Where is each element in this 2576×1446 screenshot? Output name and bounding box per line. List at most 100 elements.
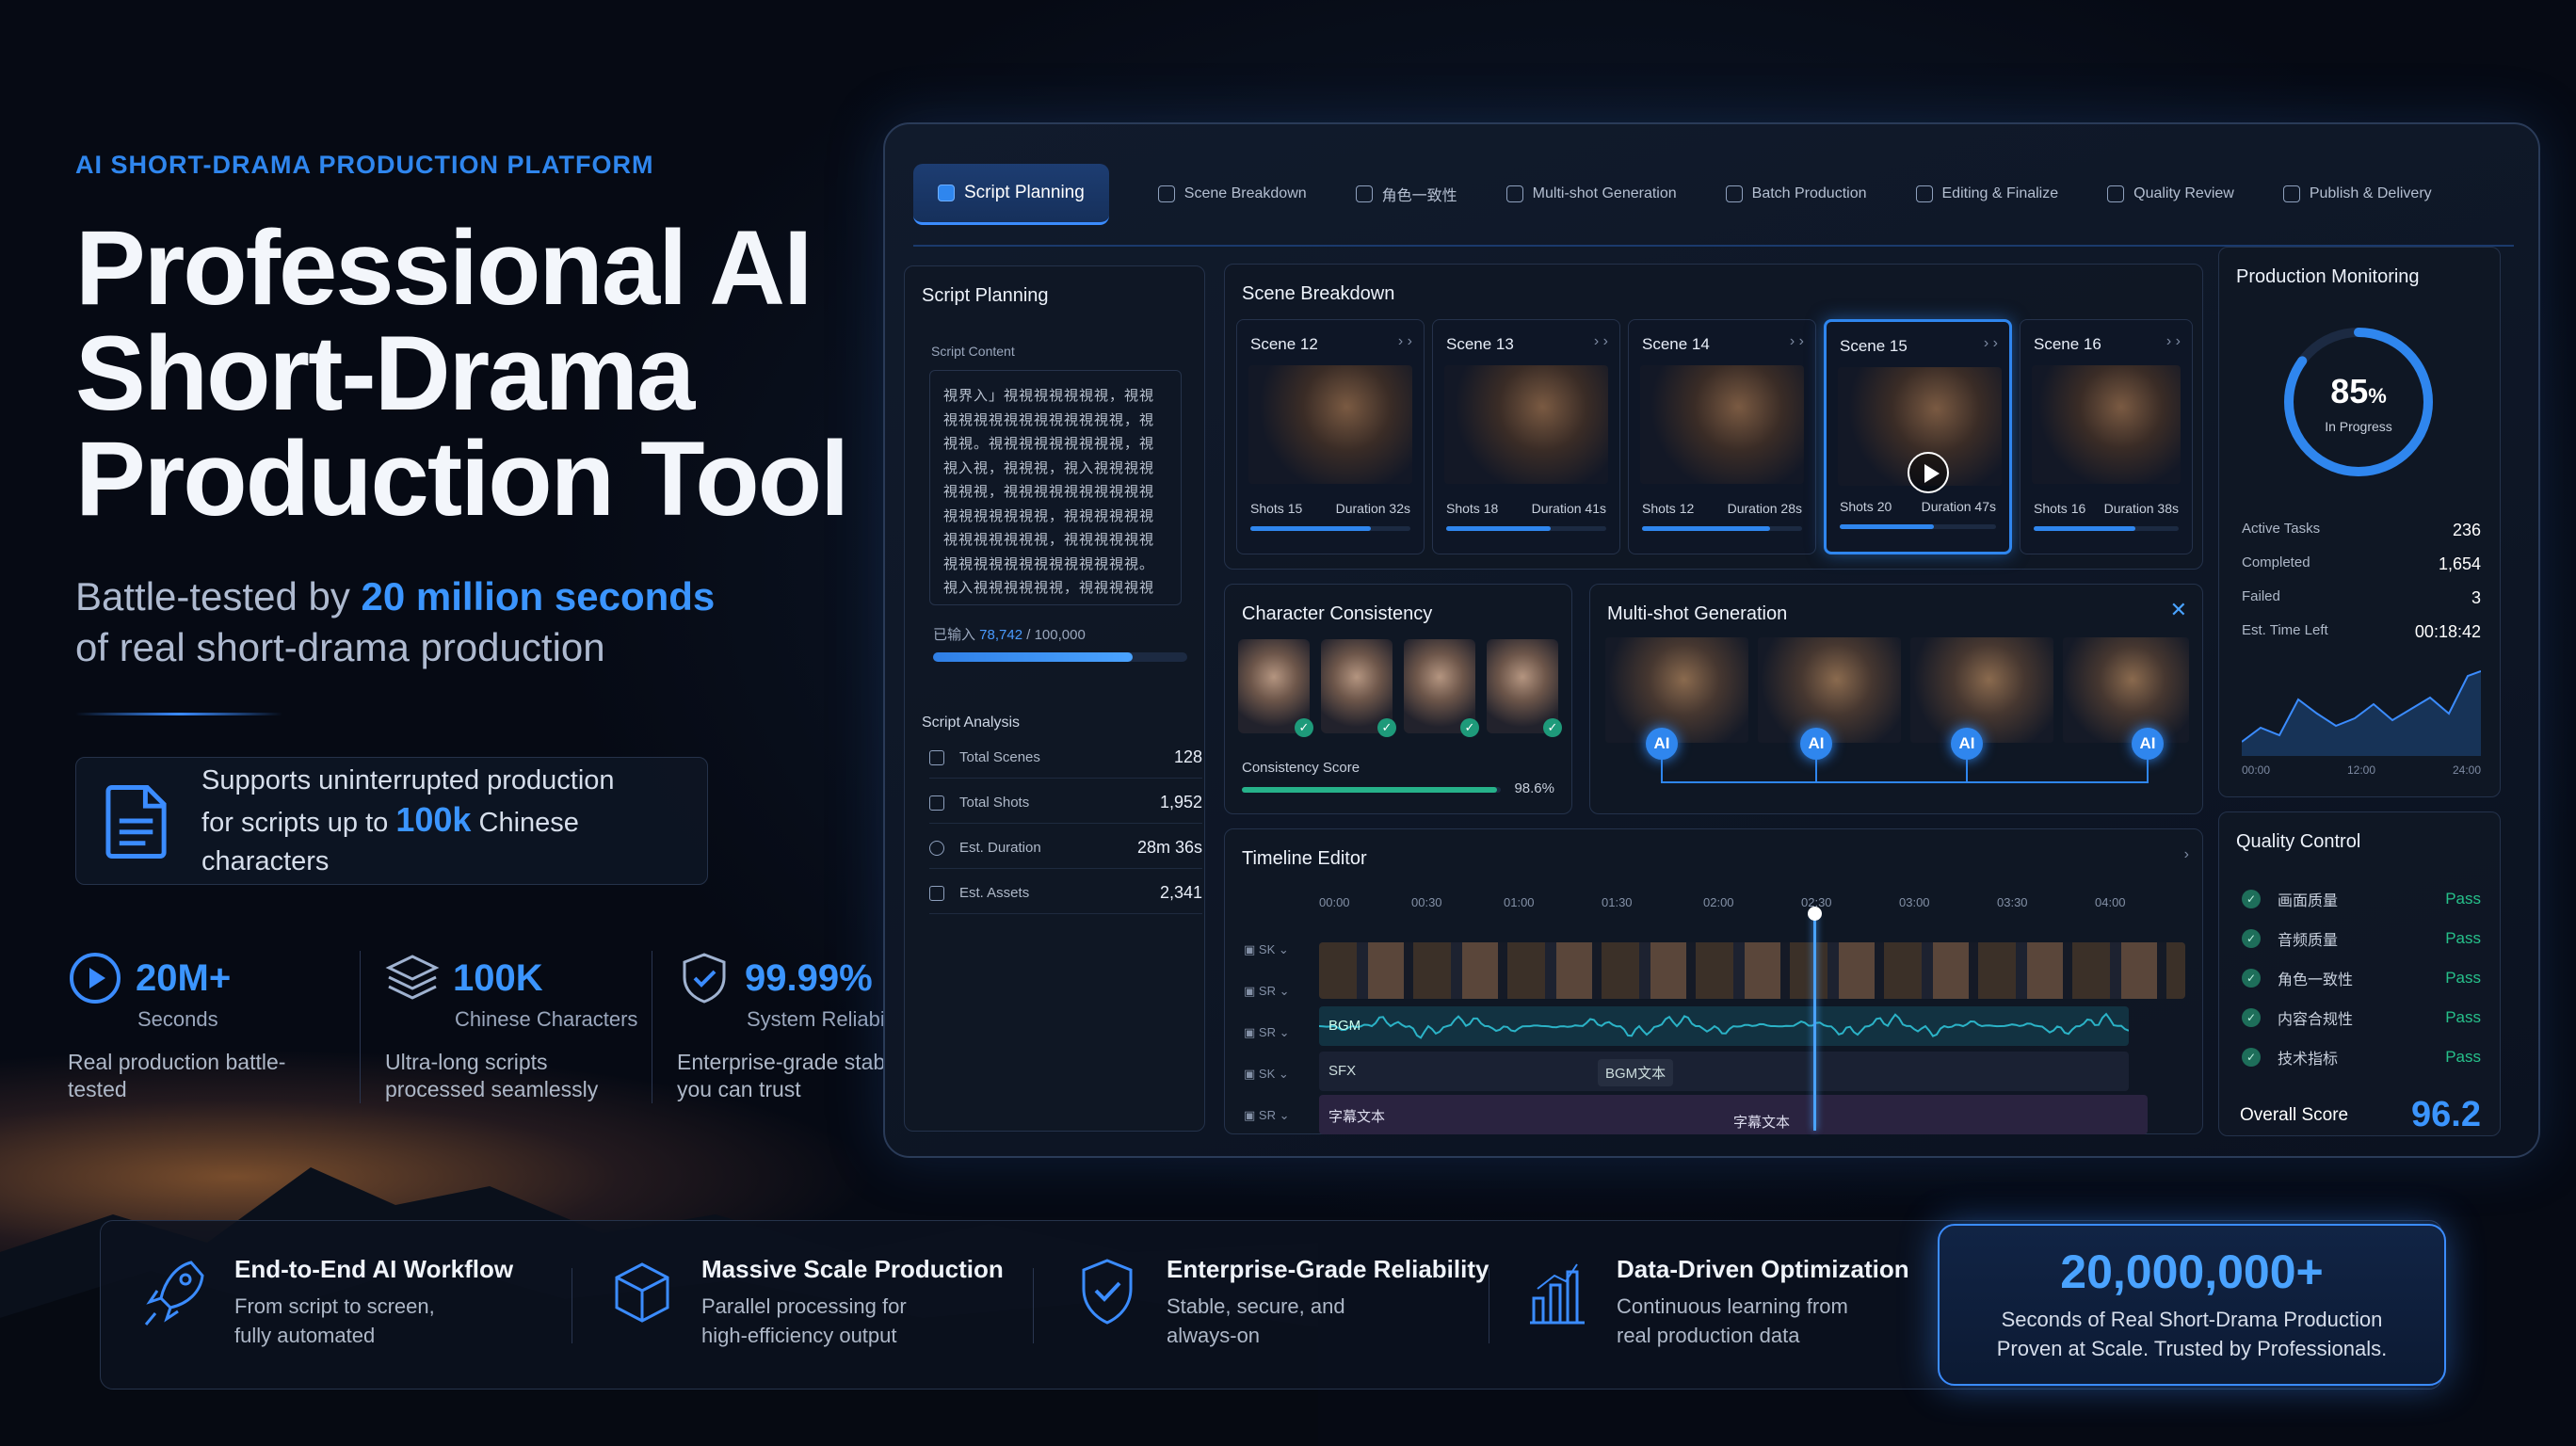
step-script-planning[interactable]: Script Planning: [913, 163, 1109, 225]
axis-tick: 00:00: [2242, 763, 2271, 777]
subtitle-track[interactable]: 字幕文本 字幕文本: [1319, 1095, 2148, 1134]
stats-row: 20M+ Seconds Real production battle-test…: [68, 951, 943, 1103]
step-scene-breakdown[interactable]: Scene Breakdown: [1157, 185, 1307, 202]
panel-title: Timeline Editor: [1242, 848, 1367, 869]
script-panel: Script Planning Script Content 視界入」視視視視視…: [904, 265, 1205, 1132]
check-circle-icon: ✓: [2242, 929, 2261, 948]
track-label: ▣ SK ⌄: [1244, 1067, 1289, 1081]
step-label: Scene Breakdown: [1183, 185, 1307, 201]
step-character-consistency[interactable]: 角色一致性: [1355, 183, 1457, 205]
step-check-icon: [1355, 185, 1373, 202]
bgm-text-clip[interactable]: BGM文本: [1598, 1059, 1674, 1086]
scene-card[interactable]: Scene 13 › › Shots 18 Duration 41s: [1432, 319, 1620, 554]
overall-score-label: Overall Score: [2240, 1104, 2349, 1125]
quality-status: Pass: [2445, 1048, 2481, 1066]
scene-card[interactable]: Scene 12 › › Shots 15 Duration 32s: [1236, 319, 1425, 554]
highlight-box: 20,000,000+ Seconds of Real Short-Drama …: [1938, 1224, 2446, 1386]
stat-desc: Real production battle-tested: [68, 1050, 286, 1101]
feature-desc-line: high-efficiency output: [701, 1324, 897, 1347]
production-monitoring-panel: Production Monitoring 85% In Progress Ac…: [2218, 247, 2501, 797]
play-circle-icon: [70, 953, 121, 1004]
step-label: Publish & Delivery: [2309, 185, 2432, 201]
time-tick: 01:00: [1504, 895, 1535, 909]
divider: [1033, 1268, 1034, 1343]
step-batch-production[interactable]: Batch Production: [1725, 185, 1867, 202]
scene-progress-fill: [1250, 526, 1371, 531]
monitor-label: Failed: [2242, 588, 2280, 604]
axis-tick: 12:00: [2346, 763, 2376, 777]
quality-row: ✓ 画面质量 Pass: [2242, 888, 2481, 910]
feature-desc: From script to screen, fully automated: [234, 1292, 513, 1350]
track-label-text: SR: [1258, 1025, 1276, 1039]
feature-desc: Continuous learning from real production …: [1617, 1292, 1909, 1350]
step-label: Quality Review: [2133, 185, 2234, 201]
progress-percent: 85%: [2279, 372, 2438, 411]
consistency-score-fill: [1242, 787, 1498, 793]
char-progress-fill: [933, 652, 1134, 662]
scene-shots: Shots 12: [1642, 501, 1695, 516]
shield-check-icon: [683, 953, 726, 1004]
script-content-textarea[interactable]: 視界入」視視視視視視視，視視視視視視視視視視視視視視，視視視。視視視視視視視視視…: [929, 370, 1182, 605]
subtitle-clip: 字幕文本: [1733, 1115, 1791, 1131]
layers-icon: [385, 955, 440, 1000]
step-publish[interactable]: Publish & Delivery: [2282, 185, 2432, 202]
scene-name: Scene 16: [2034, 335, 2101, 353]
scene-progress-fill: [1840, 524, 1934, 529]
analysis-label: Total Shots: [959, 795, 1030, 811]
video-track[interactable]: [1319, 942, 2185, 999]
step-editing[interactable]: Editing & Finalize: [1915, 185, 2058, 202]
char-progress-bar: [933, 652, 1187, 662]
quality-label: 技术指标: [2278, 1052, 2339, 1068]
consistency-score-label: Consistency Score: [1242, 760, 1360, 776]
feature-data: Data-Driven Optimization Continuous learn…: [1524, 1255, 1909, 1350]
bgm-track[interactable]: BGM: [1318, 1006, 2130, 1046]
scene-card[interactable]: Scene 16 › › Shots 16 Duration 38s: [2020, 319, 2193, 554]
quality-status: Pass: [2445, 969, 2481, 987]
check-circle-icon: ✓: [2242, 1048, 2261, 1067]
playhead[interactable]: [1808, 907, 1822, 1131]
scene-card-selected[interactable]: Scene 15 › › Shots 20 Duration 47s: [1824, 319, 2012, 554]
ai-badge: AI: [2132, 728, 2164, 760]
shield-check-icon: [1082, 1259, 1133, 1325]
character-consistency-panel: Character Consistency ✓ ✓ ✓ ✓ Consistenc…: [1224, 584, 1572, 814]
feature-desc-line: fully automated: [234, 1324, 376, 1347]
feature-workflow: End-to-End AI Workflow From script to scr…: [142, 1255, 513, 1350]
step-multi-shot[interactable]: Multi-shot Generation: [1505, 185, 1677, 202]
time-tick: 00:30: [1411, 895, 1442, 909]
quality-status: Pass: [2445, 1008, 2481, 1026]
feature-desc-line: always-on: [1167, 1324, 1261, 1347]
time-tick: 04:00: [2095, 895, 2126, 909]
step-label: Script Planning: [964, 182, 1085, 202]
step-label: 角色一致性: [1381, 188, 1457, 204]
monitor-label: Completed: [2242, 554, 2310, 570]
analysis-row: Est. Duration 28m 36s: [929, 827, 1202, 869]
chevron-right-icon[interactable]: ›: [2184, 846, 2189, 863]
monitor-value: 3: [2471, 588, 2481, 607]
feature-desc-line: Parallel processing for: [701, 1294, 907, 1318]
character-portrait[interactable]: ✓: [1238, 639, 1313, 737]
feature-title: Massive Scale Production: [701, 1255, 1004, 1283]
step-quality-review[interactable]: Quality Review: [2107, 185, 2234, 202]
scene-name: Scene 13: [1446, 335, 1514, 353]
panel-title: Quality Control: [2236, 831, 2361, 852]
character-portrait[interactable]: ✓: [1487, 639, 1562, 737]
character-portrait[interactable]: ✓: [1404, 639, 1479, 737]
step-check-icon: [1157, 185, 1175, 202]
panel-title: Scene Breakdown: [1242, 283, 1395, 304]
play-icon[interactable]: [1908, 452, 1949, 493]
track-label: ▣ SR ⌄: [1244, 1108, 1290, 1122]
scene-duration: Duration 41s: [1531, 501, 1606, 516]
highlight-line-1: Seconds of Real Short-Drama Production: [2001, 1308, 2383, 1331]
feature-desc-line: Continuous learning from: [1617, 1294, 1848, 1318]
hero-title-line-1: Professional AI: [75, 209, 813, 327]
feature-title: Data-Driven Optimization: [1617, 1255, 1909, 1283]
time-tick: 03:30: [1997, 895, 2028, 909]
scene-thumbnail: [2032, 365, 2181, 484]
sfx-track[interactable]: SFX BGM文本: [1319, 1052, 2129, 1091]
scene-thumbnail: [1444, 365, 1608, 484]
track-label: ▣ SK ⌄: [1244, 942, 1289, 956]
scene-card[interactable]: Scene 14 › › Shots 12 Duration 28s: [1628, 319, 1816, 554]
character-portrait[interactable]: ✓: [1321, 639, 1396, 737]
workflow-steps: Script Planning Scene Breakdown 角色一致性 Mu…: [913, 143, 2514, 247]
step-check-icon: [938, 184, 955, 201]
